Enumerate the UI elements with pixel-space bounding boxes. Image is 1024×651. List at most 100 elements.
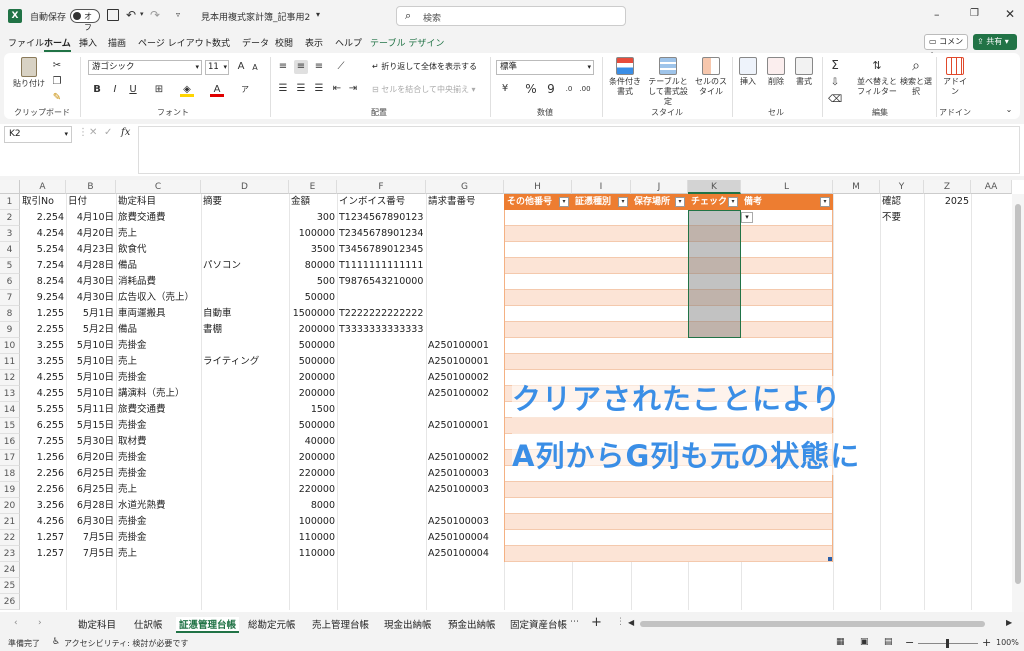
cell-y1[interactable]: 確認 [882,194,922,210]
cell-c[interactable]: 車両運搬具 [118,306,199,322]
cell-g[interactable]: A250100002 [428,370,502,386]
cell-e[interactable]: 500000 [291,418,335,434]
cell-d[interactable]: ライティング [203,354,287,370]
cell-a[interactable]: 6.255 [22,418,64,434]
cell-c[interactable]: 備品 [118,258,199,274]
cell-c[interactable]: 旅費交通費 [118,210,199,226]
cell-c[interactable]: 旅費交通費 [118,402,199,418]
cell-b[interactable]: 7月5日 [68,546,114,562]
filter-dropdown-button[interactable]: ▾ [820,197,830,207]
accessibility-status[interactable]: アクセシビリティ: 検討が必要です [64,638,188,649]
cell-e[interactable]: 220000 [291,466,335,482]
select-all-corner[interactable] [0,180,20,194]
increase-decimal-icon[interactable]: .0 [562,82,576,96]
ribbon-collapse-icon[interactable]: ⌄ [1002,103,1016,117]
cell-e[interactable]: 500000 [291,338,335,354]
sheet-tab[interactable]: 売上管理台帳 [312,617,369,631]
italic-button[interactable]: I [108,83,122,97]
cell-f[interactable]: T1111111111111 [339,258,424,274]
cell-f[interactable]: T2222222222222 [339,306,424,322]
decrease-decimal-icon[interactable]: .00 [578,82,592,96]
cell-b[interactable]: 4月30日 [68,274,114,290]
file-name-chevron-icon[interactable]: ▾ [316,10,320,19]
cell-f[interactable]: T9876543210000 [339,274,424,290]
fill-color-icon[interactable]: ◈ [180,83,194,97]
menu-data[interactable]: データ [242,36,269,49]
cell-c[interactable]: 売掛金 [118,338,199,354]
cell-b[interactable]: 5月30日 [68,434,114,450]
phonetic-icon[interactable]: ア [238,83,252,97]
column-header-j[interactable]: J [631,180,688,194]
add-sheet-icon[interactable]: + [591,615,602,630]
cell-b[interactable]: 6月28日 [68,498,114,514]
autosave-toggle[interactable]: オフ [70,9,100,32]
cell-d[interactable]: 書棚 [203,322,287,338]
cell-c[interactable]: 売掛金 [118,450,199,466]
cell-e[interactable]: 300 [291,210,335,226]
cell-b[interactable]: 6月25日 [68,466,114,482]
cell-a[interactable]: 8.254 [22,274,64,290]
cell-a[interactable]: 1.257 [22,546,64,562]
row-header[interactable]: 16 [0,434,20,450]
align-left-icon[interactable]: ☰ [276,82,290,96]
cell-b[interactable]: 6月30日 [68,514,114,530]
column-header-c[interactable]: C [116,180,201,194]
enter-icon[interactable]: ✓ [104,127,112,138]
percent-icon[interactable]: % [524,82,538,96]
cell-a[interactable]: 3.255 [22,354,64,370]
menu-table-design[interactable]: テーブル デザイン [370,36,444,49]
column-header-d[interactable]: D [201,180,289,194]
format-cells-button[interactable]: 書式 [792,57,816,87]
zoom-level[interactable]: 100% [996,638,1019,647]
menu-page-layout[interactable]: ページ レイアウト [138,36,213,49]
row-header[interactable]: 20 [0,498,20,514]
sheet-tab[interactable]: 勘定科目 [78,617,116,631]
cell-a[interactable]: 3.256 [22,498,64,514]
row-header[interactable]: 19 [0,482,20,498]
selected-range[interactable] [688,210,741,338]
normal-view-icon[interactable]: ▦ [836,637,845,647]
cell-c[interactable]: 売上 [118,482,199,498]
cell-a[interactable]: 7.255 [22,434,64,450]
cell-a[interactable]: 4.254 [22,226,64,242]
sheet-tab-active[interactable]: 証憑管理台帳 [176,617,240,633]
cell-f[interactable]: T1234567890123 [339,210,424,226]
cell-styles-button[interactable]: セルのスタイル [694,57,728,97]
column-header-aa[interactable]: AA [971,180,1012,194]
share-button[interactable]: ⇪ 共有 ▾ [973,34,1017,50]
row-header[interactable]: 7 [0,290,20,306]
row-header[interactable]: 11 [0,354,20,370]
more-sheets-icon[interactable]: ⋯ [570,617,579,627]
cell-d[interactable]: 摘要 [203,194,287,210]
format-as-table-button[interactable]: テーブルとして書式設定 [646,57,690,107]
cell-e[interactable]: 金額 [291,194,335,210]
cell-b[interactable]: 4月20日 [68,226,114,242]
row-header[interactable]: 15 [0,418,20,434]
row-header[interactable]: 2 [0,210,20,226]
restore-icon[interactable]: ❐ [970,8,979,19]
cell-e[interactable]: 100000 [291,514,335,530]
filter-dropdown-button[interactable]: ▾ [728,197,738,207]
cell-d[interactable]: パソコン [203,258,287,274]
align-right-icon[interactable]: ☰ [312,82,326,96]
filter-dropdown-button[interactable]: ▾ [675,197,685,207]
zoom-slider-thumb[interactable] [946,639,949,648]
insert-cells-button[interactable]: 挿入 [736,57,760,87]
cell-b[interactable]: 5月10日 [68,338,114,354]
column-header-l[interactable]: L [741,180,833,194]
sheet-tab[interactable]: 固定資産台帳 [510,617,567,631]
increase-font-icon[interactable]: A [234,60,248,74]
row-header[interactable]: 24 [0,562,20,578]
table-resize-handle[interactable] [828,557,832,561]
underline-button[interactable]: U [126,83,140,97]
cell-c[interactable]: 売掛金 [118,530,199,546]
menu-formulas[interactable]: 数式 [212,36,230,49]
cell-f[interactable]: T2345678901234 [339,226,424,242]
font-color-icon[interactable]: A [210,83,224,97]
qat-customize-icon[interactable]: ▿ [176,10,180,19]
cell-a[interactable]: 4.255 [22,370,64,386]
cell-c[interactable]: 備品 [118,322,199,338]
decrease-font-icon[interactable]: A [248,61,262,75]
align-bottom-icon[interactable]: ≡ [312,60,326,74]
conditional-format-button[interactable]: 条件付き書式 [607,57,643,97]
